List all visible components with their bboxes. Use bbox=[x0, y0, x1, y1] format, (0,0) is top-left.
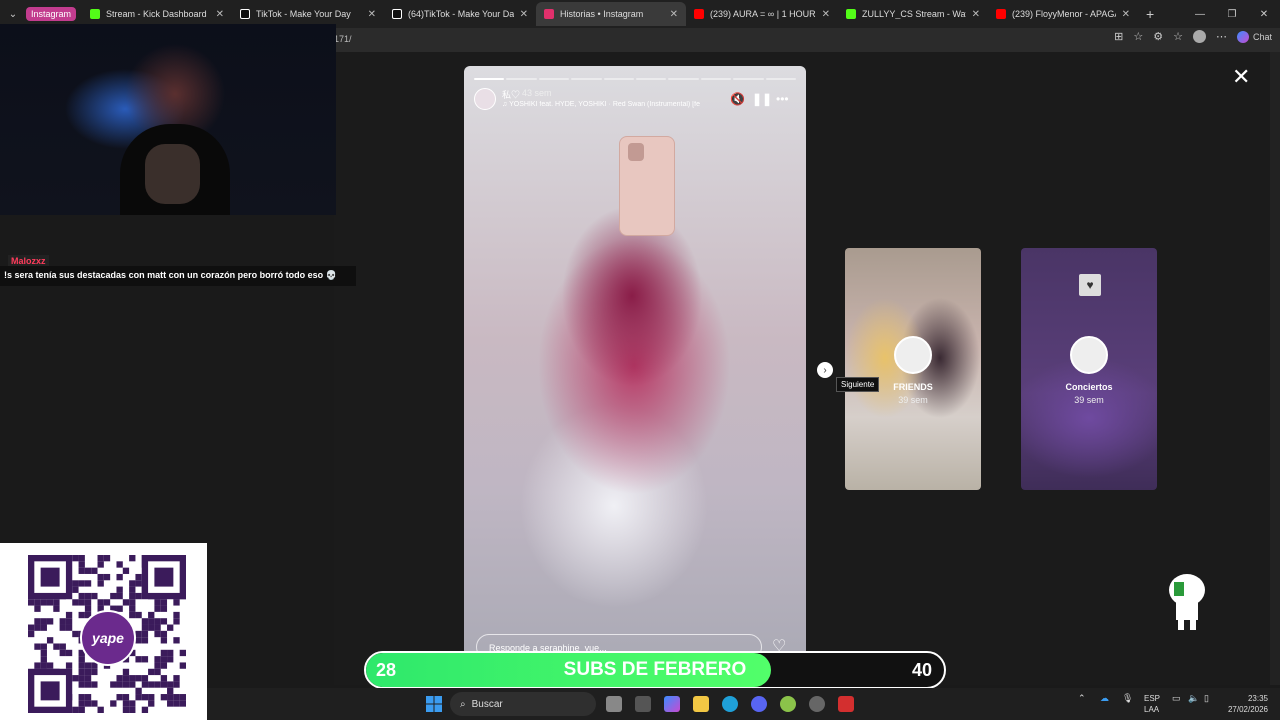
discord-icon[interactable] bbox=[751, 696, 767, 712]
language-indicator[interactable]: ESP LAA bbox=[1144, 693, 1160, 715]
restore-icon[interactable]: ❐ bbox=[1216, 0, 1248, 28]
url-text[interactable]: 171/ bbox=[334, 34, 352, 44]
new-tab-button[interactable]: + bbox=[1138, 6, 1162, 22]
next-story-card-friends[interactable]: FRIENDS 39 sem bbox=[845, 248, 981, 490]
story-progress-bars bbox=[474, 78, 797, 80]
windows-taskbar bbox=[207, 688, 1280, 720]
page-scrollbar[interactable] bbox=[1270, 52, 1280, 685]
search-icon: ⌕ bbox=[460, 698, 466, 710]
store-icon[interactable] bbox=[635, 696, 651, 712]
story-avatar bbox=[894, 336, 932, 374]
copilot-app-icon[interactable] bbox=[664, 696, 680, 712]
story-progress-segment bbox=[700, 78, 732, 80]
youtube-icon bbox=[694, 9, 705, 19]
story-progress-segment bbox=[571, 78, 602, 80]
story-avatar bbox=[1070, 336, 1108, 374]
story-progress-segment bbox=[668, 78, 699, 80]
webcam-overlay bbox=[0, 24, 336, 215]
copilot-chat-button[interactable]: Chat bbox=[1236, 30, 1272, 43]
story-viewer[interactable]: 私♡ 43 sem ♫ YOSHIKI feat. HYDE, YOSHIKI … bbox=[464, 66, 806, 674]
youtube-icon bbox=[996, 9, 1007, 19]
story-progress-segment bbox=[636, 78, 667, 80]
tiktok-icon bbox=[240, 9, 251, 19]
close-tab-icon[interactable]: ✕ bbox=[972, 9, 980, 20]
mute-icon[interactable]: 🔇 bbox=[730, 92, 745, 106]
network-icon[interactable]: ▭ bbox=[1172, 693, 1181, 704]
profile-avatar[interactable] bbox=[1192, 30, 1206, 43]
story-progress-segment bbox=[733, 78, 764, 80]
close-tab-icon[interactable]: ✕ bbox=[670, 9, 678, 20]
story-progress-segment bbox=[506, 78, 537, 80]
story-username[interactable]: 私♡ bbox=[502, 88, 520, 101]
next-story-card-conciertos[interactable]: ♥ Conciertos 39 sem bbox=[1021, 248, 1157, 490]
task-view-icon[interactable] bbox=[606, 696, 622, 712]
close-tab-icon[interactable]: ✕ bbox=[368, 9, 376, 20]
battery-icon[interactable]: ▯ bbox=[1204, 693, 1209, 704]
tab-tiktok-64[interactable]: (64)TikTok - Make Your Day ✕ bbox=[384, 2, 536, 26]
story-time-ago: 43 sem bbox=[522, 88, 552, 98]
story-music-label[interactable]: ♫ YOSHIKI feat. HYDE, YOSHIKI · Red Swan… bbox=[502, 101, 724, 108]
obs-icon[interactable] bbox=[809, 696, 825, 712]
onedrive-icon[interactable]: ☁ bbox=[1100, 693, 1109, 704]
tab-youtube-floyymenor[interactable]: (239) FloyyMenor - APAGA EL C ✕ bbox=[988, 2, 1138, 26]
next-tooltip: Siguiente bbox=[836, 377, 880, 392]
story-progress-segment bbox=[765, 78, 797, 80]
taskbar-clock[interactable]: 23:35 27/02/2026 bbox=[1228, 693, 1268, 715]
minimize-icon[interactable]: — bbox=[1184, 0, 1216, 28]
favorite-star-icon[interactable]: ☆ bbox=[1133, 30, 1143, 43]
instagram-icon bbox=[544, 9, 555, 19]
subs-title: SUBS DE FEBRERO bbox=[563, 659, 747, 680]
windows-start-icon[interactable] bbox=[426, 696, 442, 712]
tab-tiktok[interactable]: TikTok - Make Your Day ✕ bbox=[232, 2, 384, 26]
more-menu-icon[interactable]: ⋯ bbox=[1216, 30, 1227, 43]
story-progress-segment bbox=[538, 78, 570, 80]
close-stories-icon[interactable]: ✕ bbox=[1232, 66, 1250, 88]
tray-expand-icon[interactable]: ⌃ bbox=[1078, 693, 1086, 704]
app-icon[interactable] bbox=[780, 696, 796, 712]
taskbar-search[interactable]: ⌕ Buscar bbox=[450, 692, 596, 716]
tab-kick-dashboard[interactable]: Stream - Kick Dashboard ✕ bbox=[82, 2, 232, 26]
mascot-icon bbox=[1169, 574, 1205, 630]
close-tab-icon[interactable]: ✕ bbox=[520, 9, 528, 20]
close-window-icon[interactable]: ✕ bbox=[1248, 0, 1280, 28]
more-options-icon[interactable]: ••• bbox=[776, 92, 789, 106]
favorites-icon[interactable]: ☆ bbox=[1173, 30, 1183, 43]
story-user-avatar[interactable] bbox=[474, 88, 496, 110]
window-controls: — ❐ ✕ bbox=[1184, 0, 1280, 28]
next-story-time: 39 sem bbox=[898, 395, 928, 405]
pause-icon[interactable]: ❚❚ bbox=[752, 92, 772, 106]
close-tab-icon[interactable]: ✕ bbox=[1122, 9, 1130, 20]
close-tab-icon[interactable]: ✕ bbox=[822, 9, 830, 20]
story-progress-segment bbox=[474, 78, 505, 80]
story-progress-segment bbox=[603, 78, 635, 80]
streamer-face bbox=[145, 144, 200, 204]
close-tab-icon[interactable]: ✕ bbox=[216, 9, 224, 20]
browser-toolbar: ⊞ ☆ ⚙ ☆ ⋯ Chat bbox=[1114, 30, 1272, 43]
kick-icon bbox=[846, 9, 857, 19]
microphone-icon[interactable]: 🎙 bbox=[1122, 693, 1133, 704]
heart-highlight-icon: ♥ bbox=[1079, 274, 1101, 296]
tf-app-icon[interactable] bbox=[838, 696, 854, 712]
file-explorer-icon[interactable] bbox=[693, 696, 709, 712]
kick-icon bbox=[90, 9, 101, 19]
tab-kick-zullyy[interactable]: ZULLYY_CS Stream - Watch Live ✕ bbox=[838, 2, 988, 26]
edge-icon[interactable] bbox=[722, 696, 738, 712]
yape-logo: yape bbox=[80, 610, 136, 666]
copilot-icon bbox=[1236, 30, 1249, 43]
next-story-name: Conciertos bbox=[1065, 382, 1113, 392]
tab-instagram-historias[interactable]: Historias • Instagram ✕ bbox=[536, 2, 687, 26]
story-image-phone bbox=[619, 136, 675, 236]
extensions-icon[interactable]: ⚙ bbox=[1153, 30, 1163, 43]
next-story-time: 39 sem bbox=[1074, 395, 1104, 405]
subs-goal: 40 bbox=[912, 660, 933, 680]
chat-message: !s sera tenía sus destacadas con matt co… bbox=[0, 266, 356, 286]
next-story-button[interactable]: › bbox=[817, 362, 833, 378]
tiktok-icon bbox=[392, 9, 403, 19]
volume-icon[interactable]: 🔈 bbox=[1188, 693, 1199, 704]
split-screen-icon[interactable]: ⊞ bbox=[1114, 30, 1123, 43]
tab-youtube-aura[interactable]: (239) AURA = ∞ | 1 HOUR ✕ bbox=[686, 2, 838, 26]
tab-group-instagram[interactable]: Instagram bbox=[26, 7, 77, 21]
